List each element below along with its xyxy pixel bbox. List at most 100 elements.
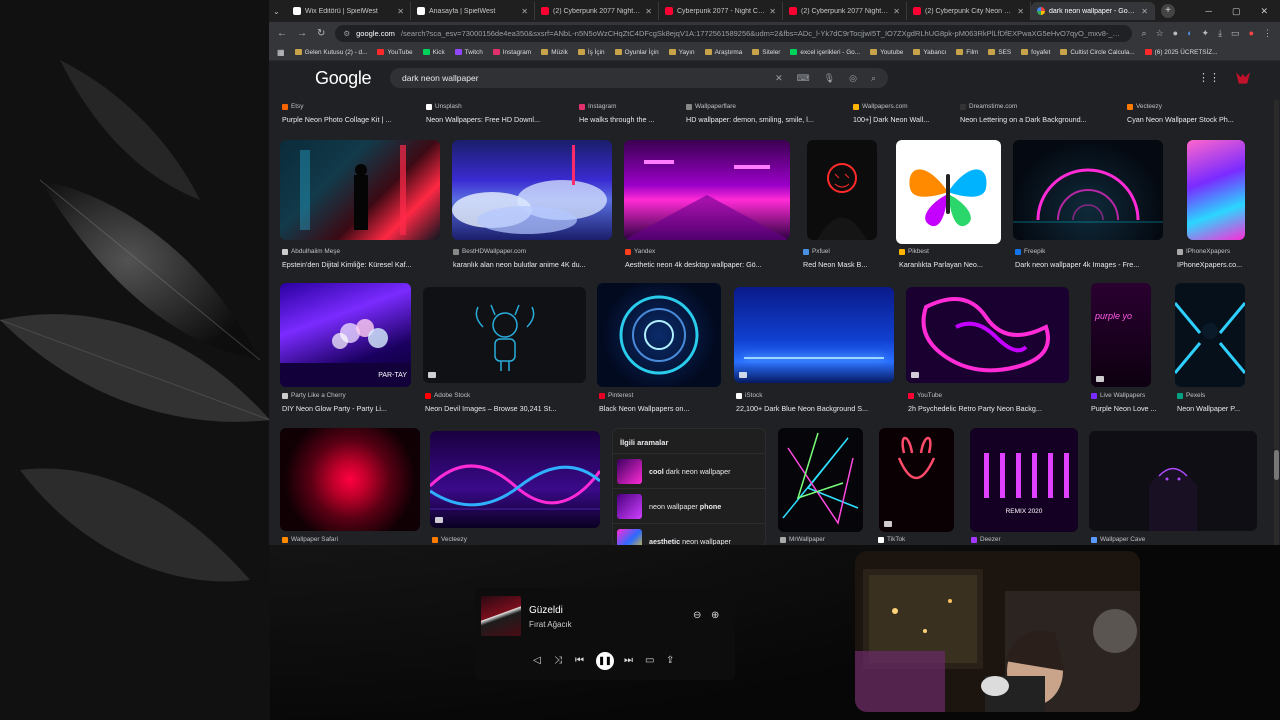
result-thumbnail-neon-devil[interactable] — [423, 287, 586, 383]
microphone-icon[interactable]: 🎙 — [824, 73, 835, 84]
clear-icon[interactable]: ✕ — [775, 73, 783, 84]
avatar[interactable] — [1236, 72, 1250, 84]
bookmark-13[interactable]: Yabancı — [913, 49, 946, 56]
result-caption[interactable]: BestHDWallpaper.com karanlık alan neon bu… — [453, 248, 613, 269]
close-icon[interactable]: ✕ — [893, 7, 900, 16]
bookmark-18[interactable]: (6) 2025 ÜCRETSİZ... — [1144, 49, 1218, 56]
tab-3[interactable]: Cyberpunk 2077 - Night City - ✕ — [659, 2, 783, 20]
result-thumbnail-neon-arch[interactable] — [1013, 140, 1163, 240]
result-thumbnail-cyber-city[interactable] — [280, 140, 440, 240]
remove-icon[interactable]: ⊖ — [693, 610, 701, 621]
bookmark-4[interactable]: Instagram — [492, 49, 531, 56]
bookmark-16[interactable]: foyafet — [1021, 49, 1050, 56]
bookmark-2[interactable]: Kick — [422, 49, 445, 56]
result-thumbnail-black-neon[interactable] — [597, 283, 721, 387]
lyrics-icon[interactable]: ▭ — [645, 655, 654, 666]
result-caption[interactable]: Live Wallpapers Purple Neon Love ... — [1091, 392, 1171, 413]
result-thumbnail-neon-party[interactable]: PAR-TAY — [280, 283, 411, 387]
result-thumbnail-neon-waves[interactable] — [430, 431, 600, 528]
related-search-item[interactable]: aesthetic neon wallpaper — [613, 523, 765, 545]
result-thumbnail-neon-scribble[interactable] — [778, 428, 863, 532]
close-icon[interactable]: ✕ — [769, 7, 776, 16]
bookmark-3[interactable]: Twitch — [454, 49, 483, 56]
result-thumbnail-psychedelic[interactable] — [906, 287, 1069, 383]
bookmark-9[interactable]: Araştırma — [704, 49, 742, 56]
result-thumbnail-dark-blue[interactable] — [734, 287, 894, 383]
result-caption[interactable]: TikTok — [878, 536, 958, 543]
bookmark-0[interactable]: Gelen Kutusu (2) - d... — [294, 49, 367, 56]
add-icon[interactable]: ⊕ — [711, 610, 719, 621]
extension-translate-icon[interactable]: ◐ — [1187, 28, 1192, 39]
download-icon[interactable]: ⤓ — [1218, 28, 1222, 39]
close-window-icon[interactable]: ✕ — [1260, 6, 1268, 17]
result-caption[interactable]: iStock 22,100+ Dark Blue Neon Background … — [736, 392, 894, 413]
result-caption[interactable]: Wallpaperflare HD wallpaper: demon, smili… — [686, 103, 838, 124]
result-thumbnail-purple-love[interactable]: purple yo — [1091, 283, 1151, 387]
result-thumbnail-panther[interactable] — [1089, 431, 1257, 531]
related-search-item[interactable]: cool dark neon wallpaper — [613, 453, 765, 488]
close-icon[interactable]: ✕ — [521, 7, 528, 16]
result-caption[interactable]: Wallpapers.com 100+] Dark Neon Wall... — [853, 103, 945, 124]
tab-5[interactable]: (2) Cyberpunk City Neon Night ✕ — [907, 2, 1031, 20]
volume-icon[interactable]: ◁ — [533, 655, 541, 666]
bookmark-14[interactable]: Film — [956, 49, 978, 56]
minimize-icon[interactable]: ─ — [1206, 6, 1212, 17]
close-icon[interactable]: ✕ — [1141, 7, 1148, 16]
zoom-icon[interactable]: ⌕ — [1142, 28, 1147, 39]
result-caption[interactable]: Wallpaper Cave — [1091, 536, 1191, 543]
page-scrollbar[interactable] — [1274, 100, 1279, 545]
result-caption[interactable]: Vecteezy Cyan Neon Wallpaper Stock Ph... — [1127, 103, 1272, 124]
result-caption[interactable]: Wallpaper Safari — [282, 536, 412, 543]
scrollbar-thumb[interactable] — [1274, 450, 1279, 480]
forward-icon[interactable]: → — [297, 28, 307, 39]
result-caption[interactable]: Pexels Neon Wallpaper P... — [1177, 392, 1267, 413]
result-thumbnail-red-burst[interactable] — [280, 428, 420, 531]
pause-button[interactable]: ❚❚ — [596, 652, 614, 670]
tab-6-active[interactable]: dark neon wallpaper - Google ✕ — [1031, 2, 1155, 20]
result-caption[interactable]: Instagram He walks through the ... — [579, 103, 675, 124]
result-thumbnail-iridescent[interactable] — [1187, 140, 1245, 240]
result-caption[interactable]: YouTube 2h Psychedelic Retro Party Neon B… — [908, 392, 1073, 413]
result-thumbnail-aesthetic-neon[interactable] — [624, 140, 790, 240]
related-search-item[interactable]: neon wallpaper phone — [613, 488, 765, 523]
new-tab-button[interactable]: + — [1161, 4, 1175, 18]
keyboard-icon[interactable]: ⌨ — [797, 73, 810, 84]
bookmark-star-icon[interactable]: ☆ — [1156, 28, 1164, 39]
tab-1[interactable]: Anasayfa | SpielWest ✕ — [411, 2, 535, 20]
result-caption[interactable]: Freepik Dark neon wallpaper 4k Images - F… — [1015, 248, 1165, 269]
tab-2[interactable]: (2) Cyberpunk 2077 Night City ✕ — [535, 2, 659, 20]
result-thumbnail-butterfly[interactable] — [896, 140, 1001, 244]
result-caption[interactable]: Pikbest Karanlıkta Parlayan Neo... — [899, 248, 1004, 269]
extension-record-icon[interactable]: ● — [1173, 28, 1178, 39]
bookmark-6[interactable]: İş İçin — [577, 49, 605, 56]
result-caption[interactable]: Vecteezy — [432, 536, 562, 543]
result-caption[interactable]: Yandex Aesthetic neon 4k desktop wallpape… — [625, 248, 790, 269]
bookmark-7[interactable]: Oyunlar İçin — [614, 49, 659, 56]
bookmark-5[interactable]: Müzik — [541, 49, 568, 56]
profile-icon[interactable]: ● — [1249, 28, 1254, 39]
result-thumbnail-remix[interactable]: REMIX 2020 — [970, 428, 1078, 532]
result-thumbnail-neon-wallpaper[interactable] — [1175, 283, 1245, 387]
result-caption[interactable]: Dreamstime.com Neon Lettering on a Dark B… — [960, 103, 1112, 124]
result-caption[interactable]: IPhoneXpapers IPhoneXpapers.co... — [1177, 248, 1267, 269]
bookmark-8[interactable]: Yayın — [668, 49, 695, 56]
bookmark-10[interactable]: Siteler — [752, 49, 780, 56]
apps-grid-icon[interactable]: ⋮⋮ — [1198, 71, 1220, 85]
sidebar-icon[interactable]: ▭ — [1231, 28, 1240, 39]
result-caption[interactable]: Abdulhalim Meşe Epstein'den Dijital Kimli… — [282, 248, 442, 269]
result-caption[interactable]: Unsplash Neon Wallpapers: Free HD Downl..… — [426, 103, 566, 124]
search-icon[interactable]: ⌕ — [871, 73, 876, 84]
close-icon[interactable]: ✕ — [645, 7, 652, 16]
search-input[interactable] — [402, 73, 776, 83]
previous-icon[interactable]: ⏮ — [575, 655, 584, 666]
apps-grid-icon[interactable]: ▦ — [277, 48, 285, 57]
result-thumbnail-neon-clouds[interactable] — [452, 140, 612, 240]
result-caption[interactable]: Adobe Stock Neon Devil Images – Browse 30… — [425, 392, 583, 413]
close-icon[interactable]: ✕ — [397, 7, 404, 16]
extensions-puzzle-icon[interactable]: ✦ — [1202, 28, 1210, 39]
result-caption[interactable]: Deezer — [971, 536, 1061, 543]
back-icon[interactable]: ← — [277, 28, 287, 39]
tab-4[interactable]: (2) Cyberpunk 2077 Night City ✕ — [783, 2, 907, 20]
bookmark-11[interactable]: excel içerikleri - Go... — [790, 49, 860, 56]
result-thumbnail-neon-bunny[interactable] — [879, 428, 954, 532]
